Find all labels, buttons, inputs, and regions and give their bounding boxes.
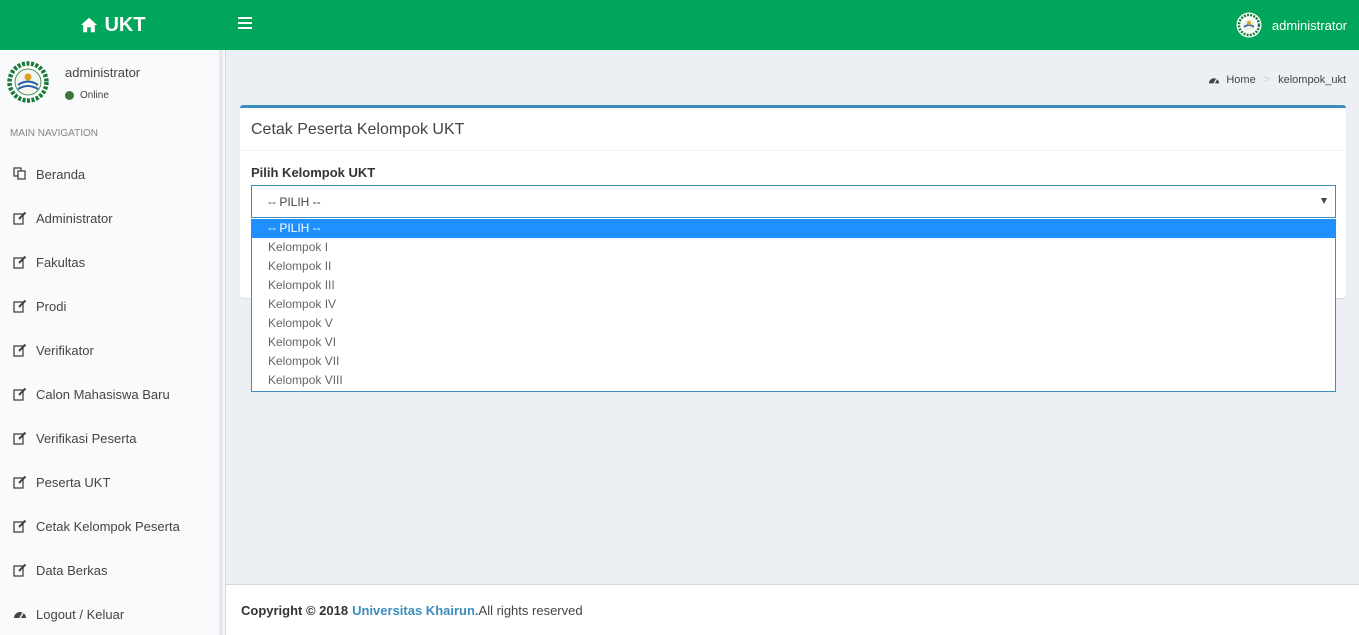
footer-rights: All rights reserved [478, 602, 583, 618]
sidebar-item-label: Peserta UKT [36, 474, 111, 490]
edit-icon [13, 475, 27, 489]
home-icon [81, 17, 98, 33]
edit-icon [13, 387, 27, 401]
dropdown-option[interactable]: Kelompok III [252, 276, 1335, 295]
user-panel: administrator Online [0, 50, 220, 120]
sidebar-user-name: administrator [65, 65, 141, 80]
sidebar-item-fakultas[interactable]: Fakultas [0, 240, 220, 284]
edit-icon [13, 343, 27, 357]
footer-org-link[interactable]: Universitas Khairun. [352, 603, 478, 618]
kelompok-select[interactable]: -- PILIH -- [251, 185, 1336, 218]
edit-icon [13, 431, 27, 445]
sidebar-item-label: Cetak Kelompok Peserta [36, 518, 180, 534]
breadcrumb-home-link[interactable]: Home [1226, 74, 1255, 86]
sidebar-item-peserta-ukt[interactable]: Peserta UKT [0, 460, 220, 504]
logo-text: UKT [104, 13, 146, 36]
footer-copyright: Copyright © 2018 [241, 602, 349, 618]
dropdown-option[interactable]: Kelompok VII [252, 352, 1335, 371]
university-logo-avatar [7, 61, 49, 103]
field-label: Pilih Kelompok UKT [251, 165, 376, 180]
sidebar-item-label: Prodi [36, 298, 67, 314]
top-navbar: UKT administrator [0, 0, 1359, 50]
sidebar-item-calon-mahasiswa-baru[interactable]: Calon Mahasiswa Baru [0, 372, 220, 416]
user-menu[interactable]: administrator [1236, 0, 1347, 50]
dashboard-icon [1209, 78, 1220, 84]
select-value: -- PILIH -- [268, 194, 321, 209]
sidebar-item-label: Beranda [36, 166, 86, 182]
breadcrumb: Home > kelompok_ukt [1208, 74, 1346, 86]
sidebar-toggle-icon[interactable] [238, 17, 252, 31]
sidebar-item-label: Calon Mahasiswa Baru [36, 386, 170, 402]
breadcrumb-separator: > [1263, 74, 1271, 86]
box-title: Cetak Peserta Kelompok UKT [251, 121, 465, 138]
footer: Copyright © 2018 Universitas Khairun. Al… [226, 584, 1359, 635]
sidebar-item-data-berkas[interactable]: Data Berkas [0, 548, 220, 592]
copy-icon [13, 167, 26, 180]
sidebar-item-label: Fakultas [36, 254, 86, 270]
kelompok-dropdown-list: -- PILIH -- Kelompok I Kelompok II Kelom… [251, 219, 1336, 392]
edit-icon [13, 563, 27, 577]
dropdown-option[interactable]: -- PILIH -- [252, 219, 1335, 238]
sidebar-item-cetak-kelompok-peserta[interactable]: Cetak Kelompok Peserta [0, 504, 220, 548]
online-status-icon [65, 91, 74, 100]
sidebar-item-verifikator[interactable]: Verifikator [0, 328, 220, 372]
dropdown-option[interactable]: Kelompok I [252, 238, 1335, 257]
user-status: Online [65, 90, 109, 101]
sidebar-item-label: Logout / Keluar [36, 606, 125, 622]
user-status-label: Online [80, 90, 109, 101]
edit-icon [13, 299, 27, 313]
dropdown-option[interactable]: Kelompok II [252, 257, 1335, 276]
edit-icon [13, 519, 27, 533]
sidebar-item-administrator[interactable]: Administrator [0, 196, 220, 240]
user-avatar-icon [1236, 12, 1262, 38]
sidebar-item-label: Data Berkas [36, 562, 108, 578]
nav-header: MAIN NAVIGATION [10, 128, 98, 139]
sidebar: administrator Online MAIN NAVIGATION Ber… [0, 50, 226, 635]
header-user-name: administrator [1271, 17, 1347, 33]
edit-icon [13, 255, 27, 269]
breadcrumb-current: kelompok_ukt [1278, 74, 1346, 86]
dropdown-option[interactable]: Kelompok VI [252, 333, 1335, 352]
sidebar-item-prodi[interactable]: Prodi [0, 284, 220, 328]
sidebar-item-label: Administrator [36, 210, 113, 226]
sidebar-item-label: Verifikasi Peserta [36, 430, 137, 446]
main-navigation: Beranda Administrator Fakultas Prodi Ver… [0, 152, 220, 635]
edit-icon [13, 211, 27, 225]
box-divider [240, 150, 1346, 151]
caret-down-icon [1321, 198, 1327, 204]
sidebar-item-beranda[interactable]: Beranda [0, 152, 220, 196]
dropdown-option[interactable]: Kelompok IV [252, 295, 1335, 314]
sidebar-item-label: Verifikator [36, 342, 94, 358]
dropdown-option[interactable]: Kelompok VIII [252, 371, 1335, 390]
sidebar-item-verifikasi-peserta[interactable]: Verifikasi Peserta [0, 416, 220, 460]
dashboard-icon [14, 612, 26, 619]
sidebar-item-logout[interactable]: Logout / Keluar [0, 592, 220, 635]
app-logo[interactable]: UKT [0, 0, 226, 50]
dropdown-option[interactable]: Kelompok V [252, 314, 1335, 333]
